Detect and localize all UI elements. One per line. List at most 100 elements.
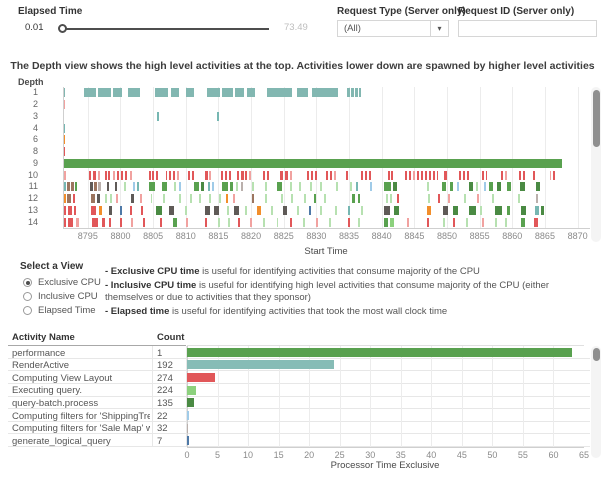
gantt-activity-mark[interactable] [241,171,243,180]
gantt-activity-mark[interactable] [521,218,524,227]
gantt-activity-mark[interactable] [386,194,388,203]
gantt-activity-mark[interactable] [285,171,288,180]
gantt-activity-mark[interactable] [190,194,192,203]
gantt-activity-mark[interactable] [218,218,220,227]
gantt-activity-mark[interactable] [281,194,283,203]
gantt-activity-mark[interactable] [450,182,453,191]
gantt-activity-mark[interactable] [171,88,179,97]
gantt-activity-mark[interactable] [388,171,390,180]
gantt-activity-mark[interactable] [98,182,101,191]
gantt-activity-mark[interactable] [267,88,292,97]
gantt-activity-mark[interactable] [425,171,427,180]
gantt-activity-mark[interactable] [98,88,112,97]
gantt-activity-mark[interactable] [173,218,177,227]
radio-exclusive-cpu-label[interactable]: Exclusive CPU [38,277,101,288]
gantt-activity-mark[interactable] [73,194,75,203]
gantt-activity-mark[interactable] [67,194,71,203]
gantt-activity-mark[interactable] [237,171,239,180]
gantt-activity-mark[interactable] [199,194,201,203]
gantt-activity-mark[interactable] [205,218,207,227]
gantt-activity-mark[interactable] [236,182,238,191]
gantt-activity-mark[interactable] [221,171,223,180]
processor-time-bar[interactable] [187,386,196,395]
gantt-activity-mark[interactable] [208,182,210,191]
gantt-activity-mark[interactable] [489,182,493,191]
gantt-activity-mark[interactable] [320,182,322,191]
gantt-activity-mark[interactable] [453,218,455,227]
gantt-activity-mark[interactable] [466,218,468,227]
gantt-activity-mark[interactable] [226,194,228,203]
gantt-activity-mark[interactable] [280,171,283,180]
processor-time-bar[interactable] [187,360,334,369]
gantt-activity-mark[interactable] [185,206,187,215]
bar-chart-scrollbar-track[interactable] [591,346,601,458]
gantt-activity-mark[interactable] [384,206,391,215]
gantt-activity-mark[interactable] [241,182,244,191]
elapsed-time-slider-handle[interactable] [58,24,67,33]
gantt-activity-mark[interactable] [486,171,488,180]
chevron-down-icon[interactable]: ▾ [430,21,448,36]
gantt-activity-mark[interactable] [177,171,179,180]
gantt-activity-mark[interactable] [209,171,211,180]
gantt-activity-mark[interactable] [120,206,122,215]
processor-time-bar[interactable] [187,411,189,420]
radio-elapsed-time[interactable] [23,306,32,315]
gantt-activity-mark[interactable] [482,171,484,180]
gantt-activity-mark[interactable] [507,206,510,215]
gantt-activity-mark[interactable] [113,171,115,180]
radio-elapsed-time-label[interactable]: Elapsed Time [38,305,96,316]
gantt-activity-mark[interactable] [149,182,155,191]
gantt-activity-mark[interactable] [130,206,132,215]
gantt-activity-mark[interactable] [355,88,358,97]
gantt-activity-mark[interactable] [369,171,371,180]
gantt-activity-mark[interactable] [125,171,127,180]
gantt-activity-mark[interactable] [413,171,415,180]
gantt-activity-mark[interactable] [121,171,123,180]
gantt-activity-mark[interactable] [550,171,552,180]
gantt-activity-mark[interactable] [297,206,299,215]
gantt-activity-mark[interactable] [346,171,348,180]
gantt-activity-mark[interactable] [194,182,199,191]
gantt-activity-mark[interactable] [222,88,233,97]
gantt-activity-mark[interactable] [133,182,135,191]
gantt-activity-mark[interactable] [314,194,317,203]
gantt-activity-mark[interactable] [477,194,479,203]
gantt-activity-mark[interactable] [518,194,520,203]
gantt-activity-mark[interactable] [428,194,430,203]
gantt-activity-mark[interactable] [75,182,77,191]
gantt-activity-mark[interactable] [304,194,306,203]
gantt-activity-mark[interactable] [173,171,175,180]
gantt-activity-mark[interactable] [391,171,393,180]
gantt-activity-mark[interactable] [310,182,312,191]
gantt-activity-mark[interactable] [108,171,110,180]
gantt-activity-mark[interactable] [311,171,313,180]
gantt-activity-mark[interactable] [155,88,168,97]
gantt-activity-mark[interactable] [309,206,311,215]
gantt-activity-mark[interactable] [520,182,525,191]
gantt-activity-mark[interactable] [93,171,96,180]
gantt-activity-mark[interactable] [94,182,97,191]
gantt-activity-mark[interactable] [312,88,338,97]
gantt-activity-mark[interactable] [457,182,459,191]
gantt-activity-mark[interactable] [92,218,99,227]
gantt-activity-mark[interactable] [324,194,326,203]
gantt-activity-mark[interactable] [427,182,429,191]
gantt-activity-mark[interactable] [131,194,134,203]
gantt-activity-mark[interactable] [205,171,207,180]
gantt-activity-mark[interactable] [131,218,133,227]
gantt-activity-mark[interactable] [157,112,159,121]
gantt-activity-mark[interactable] [102,218,105,227]
gantt-activity-mark[interactable] [110,194,112,203]
gantt-activity-mark[interactable] [384,218,388,227]
gantt-activity-mark[interactable] [523,171,525,180]
gantt-activity-mark[interactable] [365,171,367,180]
gantt-activity-mark[interactable] [179,182,181,191]
gantt-activity-mark[interactable] [290,171,292,180]
gantt-activity-mark[interactable] [521,206,526,215]
gantt-activity-mark[interactable] [186,218,188,227]
gantt-activity-mark[interactable] [330,171,332,180]
gantt-activity-mark[interactable] [91,194,95,203]
gantt-activity-mark[interactable] [74,206,76,215]
gantt-activity-mark[interactable] [201,182,204,191]
gantt-activity-mark[interactable] [393,182,397,191]
